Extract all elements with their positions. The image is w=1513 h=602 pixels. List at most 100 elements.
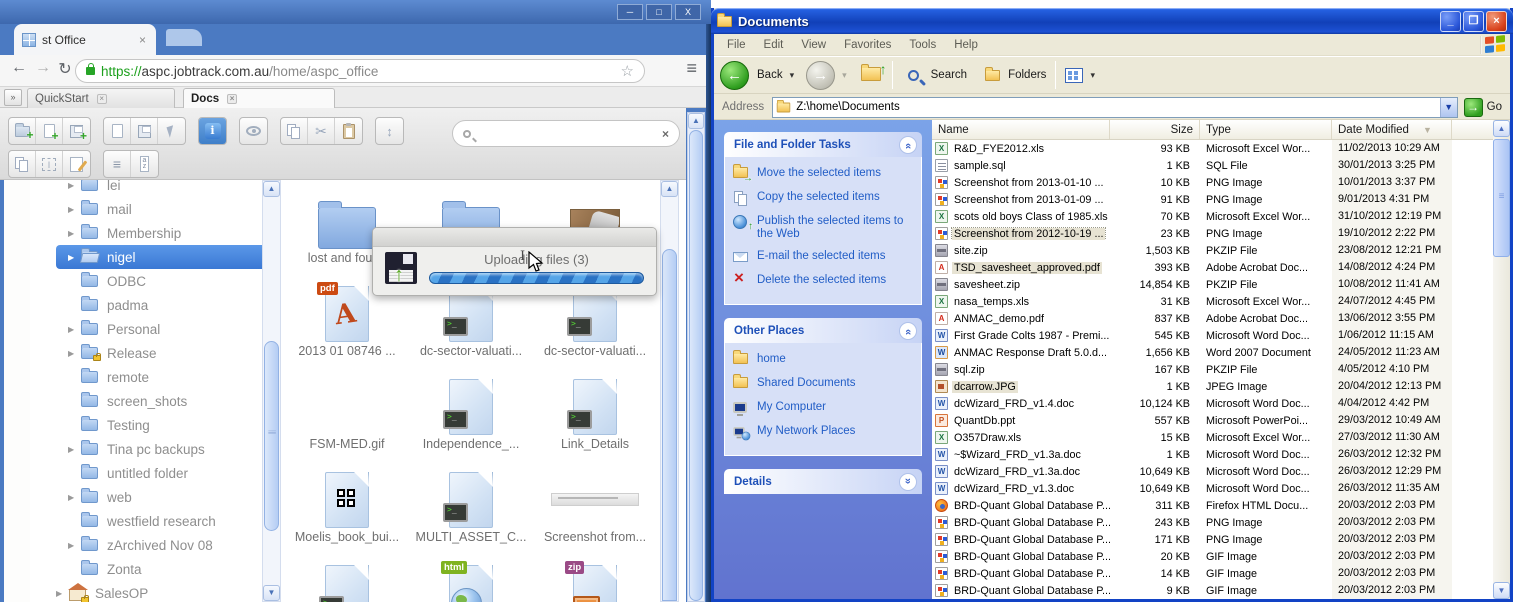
tree-item-zonta[interactable]: Zonta: [56, 557, 262, 581]
address-combo[interactable]: Z:\home\Documents ▼: [772, 97, 1457, 118]
views-dropdown-icon[interactable]: ▾: [1090, 70, 1095, 81]
grid-item-independence[interactable]: >_Independence_...: [409, 368, 533, 461]
info-button[interactable]: i: [199, 118, 226, 144]
column-header-size[interactable]: Size: [1110, 120, 1200, 139]
transfer-button[interactable]: ↕: [376, 118, 403, 144]
browser-minimize-button[interactable]: ─: [617, 4, 643, 20]
clear-search-icon[interactable]: ×: [662, 127, 669, 141]
tree-item-testing[interactable]: Testing: [56, 413, 262, 437]
select-area-button[interactable]: I: [36, 151, 63, 177]
menu-item-edit[interactable]: Edit: [755, 39, 793, 51]
tree-item-westfield-research[interactable]: westfield research: [56, 509, 262, 533]
file-row-screenshot-from-2012-10-19[interactable]: Screenshot from 2012-10-19 ...23 KBPNG I…: [932, 225, 1493, 242]
menu-item-view[interactable]: View: [792, 39, 835, 51]
file-row-screenshot-from-2013-01-10[interactable]: Screenshot from 2013-01-10 ...10 KBPNG I…: [932, 174, 1493, 191]
forward-dropdown-icon[interactable]: ▾: [842, 70, 847, 81]
file-row-brd-quant-global-database-p[interactable]: BRD-Quant Global Database P...311 KBFire…: [932, 497, 1493, 514]
explorer-close-button[interactable]: ×: [1486, 11, 1507, 32]
preview-button[interactable]: [240, 118, 267, 144]
back-dropdown-icon[interactable]: ▾: [790, 70, 795, 81]
reload-icon[interactable]: ↻: [54, 59, 76, 79]
expand-arrow-icon[interactable]: ▶: [68, 541, 81, 550]
file-row-wizard-frd-v1-3a-doc[interactable]: W~$Wizard_FRD_v1.3a.doc1 KBMicrosoft Wor…: [932, 446, 1493, 463]
file-row-brd-quant-global-database-p[interactable]: BRD-Quant Global Database P...171 KBPNG …: [932, 531, 1493, 548]
task-link-my-network-places[interactable]: My Network Places: [733, 425, 917, 440]
cut-button[interactable]: ✂: [308, 118, 335, 144]
file-row-tsd-savesheet-approved-pdf[interactable]: ATSD_savesheet_approved.pdf393 KBAdobe A…: [932, 259, 1493, 276]
views-button[interactable]: [1065, 68, 1083, 83]
pointer-button[interactable]: [158, 118, 185, 144]
file-row-sql-zip[interactable]: sql.zip167 KBPKZIP File4/05/2012 4:10 PM: [932, 361, 1493, 378]
tree-item-padma[interactable]: padma: [56, 293, 262, 317]
file-row-dcwizard-frd-v1-4-doc[interactable]: WdcWizard_FRD_v1.4.doc10,124 KBMicrosoft…: [932, 395, 1493, 412]
copy-button[interactable]: [281, 118, 308, 144]
browser-tab[interactable]: st Office ×: [14, 24, 156, 55]
column-header-name[interactable]: Name: [932, 120, 1110, 139]
rename-button[interactable]: [63, 151, 90, 177]
duplicate-button[interactable]: [104, 118, 131, 144]
tree-item-release[interactable]: ▶Release: [56, 341, 262, 365]
tab-close-icon[interactable]: ×: [137, 33, 148, 47]
forward-button[interactable]: →: [806, 61, 835, 90]
close-tab-icon[interactable]: ×: [97, 94, 107, 104]
app-tab-quickstart[interactable]: QuickStart ×: [27, 88, 175, 108]
search-box[interactable]: ×: [452, 120, 680, 147]
close-tab-icon[interactable]: ×: [227, 94, 237, 104]
file-row-o357draw-xls[interactable]: XO357Draw.xls15 KBMicrosoft Excel Wor...…: [932, 429, 1493, 446]
file-row-screenshot-from-2013-01-09[interactable]: Screenshot from 2013-01-09 ...91 KBPNG I…: [932, 191, 1493, 208]
tree-item-membership[interactable]: ▶Membership: [56, 221, 262, 245]
browser-maximize-button[interactable]: □: [646, 4, 672, 20]
explorer-minimize-button[interactable]: _: [1440, 11, 1461, 32]
expand-arrow-icon[interactable]: ▶: [68, 349, 81, 358]
grid-item-multi-asset-c[interactable]: >_MULTI_ASSET_C...: [409, 461, 533, 554]
save-as-button[interactable]: [131, 118, 158, 144]
expand-arrow-icon[interactable]: ▶: [56, 589, 69, 598]
sort-button[interactable]: az: [131, 151, 158, 177]
file-row-dcarrow-jpg[interactable]: dcarrow.JPG1 KBJPEG Image20/04/2012 12:1…: [932, 378, 1493, 395]
expand-arrow-icon[interactable]: ▶: [68, 181, 81, 190]
grid-scrollbar[interactable]: ▲: [660, 180, 679, 602]
task-link-e-mail-the-selected-items[interactable]: E-mail the selected items: [733, 250, 917, 265]
grid-item-html-file[interactable]: html: [409, 554, 533, 602]
new-folder-button[interactable]: [9, 118, 36, 144]
grid-item-script-file[interactable]: >_: [285, 554, 409, 602]
chevron-up-icon[interactable]: «: [899, 136, 917, 154]
tree-item-personal[interactable]: ▶Personal: [56, 317, 262, 341]
tree-item-web[interactable]: ▶web: [56, 485, 262, 509]
clone-button[interactable]: [9, 151, 36, 177]
browser-close-button[interactable]: X: [675, 4, 701, 20]
expand-arrow-icon[interactable]: ▶: [68, 445, 81, 454]
file-row-anmac-demo-pdf[interactable]: AANMAC_demo.pdf837 KBAdobe Acrobat Doc..…: [932, 310, 1493, 327]
grid-item-screenshot-from[interactable]: Screenshot from...: [533, 461, 657, 554]
tree-item-screen-shots[interactable]: screen_shots: [56, 389, 262, 413]
explorer-maximize-button[interactable]: ❐: [1463, 11, 1484, 32]
scroll-down-icon[interactable]: ▼: [263, 585, 280, 601]
file-row-quantdb-ppt[interactable]: PQuantDb.ppt557 KBMicrosoft PowerPoi...2…: [932, 412, 1493, 429]
task-link-publish-the-selected-items-to-the-web[interactable]: ↑Publish the selected items to the Web: [733, 215, 917, 241]
grid-item-moelis-book-bui[interactable]: Moelis_book_bui...: [285, 461, 409, 554]
file-row-r-d-fye2012-xls[interactable]: XR&D_FYE2012.xls93 KBMicrosoft Excel Wor…: [932, 140, 1493, 157]
file-row-brd-quant-global-database-p[interactable]: BRD-Quant Global Database P...14 KBGIF I…: [932, 565, 1493, 582]
task-link-delete-the-selected-items[interactable]: ×Delete the selected items: [733, 274, 917, 289]
tree-item-nigel[interactable]: ▶nigel: [56, 245, 262, 269]
browser-menu-icon[interactable]: ≡: [686, 58, 697, 79]
task-panel-header[interactable]: Details«: [724, 469, 922, 494]
menu-item-tools[interactable]: Tools: [900, 39, 945, 51]
grid-item-fsm-med-gif[interactable]: FSM-MED.gif: [285, 368, 409, 461]
tree-item-lei[interactable]: ▶lei: [56, 180, 262, 197]
grid-item-zip-file[interactable]: zip↓: [533, 554, 657, 602]
list-view-button[interactable]: ≡: [104, 151, 131, 177]
address-dropdown-icon[interactable]: ▼: [1440, 98, 1457, 117]
url-bar[interactable]: https://aspc.jobtrack.com.au/home/aspc_o…: [75, 59, 645, 83]
expand-arrow-icon[interactable]: ▶: [68, 325, 81, 334]
folders-button[interactable]: [985, 70, 1000, 81]
page-scrollbar-thumb[interactable]: [689, 130, 703, 601]
grid-scrollbar-thumb[interactable]: [662, 249, 677, 601]
list-scrollbar[interactable]: ▲ ▼: [1493, 120, 1510, 599]
new-tab-button[interactable]: [166, 29, 202, 46]
task-link-move-the-selected-items[interactable]: →Move the selected items: [733, 167, 917, 182]
paste-button[interactable]: [335, 118, 362, 144]
scroll-up-icon[interactable]: ▲: [1493, 120, 1510, 137]
file-row-dcwizard-frd-v1-3a-doc[interactable]: WdcWizard_FRD_v1.3a.doc10,649 KBMicrosof…: [932, 463, 1493, 480]
browser-titlebar[interactable]: ─ □ X: [0, 0, 711, 24]
